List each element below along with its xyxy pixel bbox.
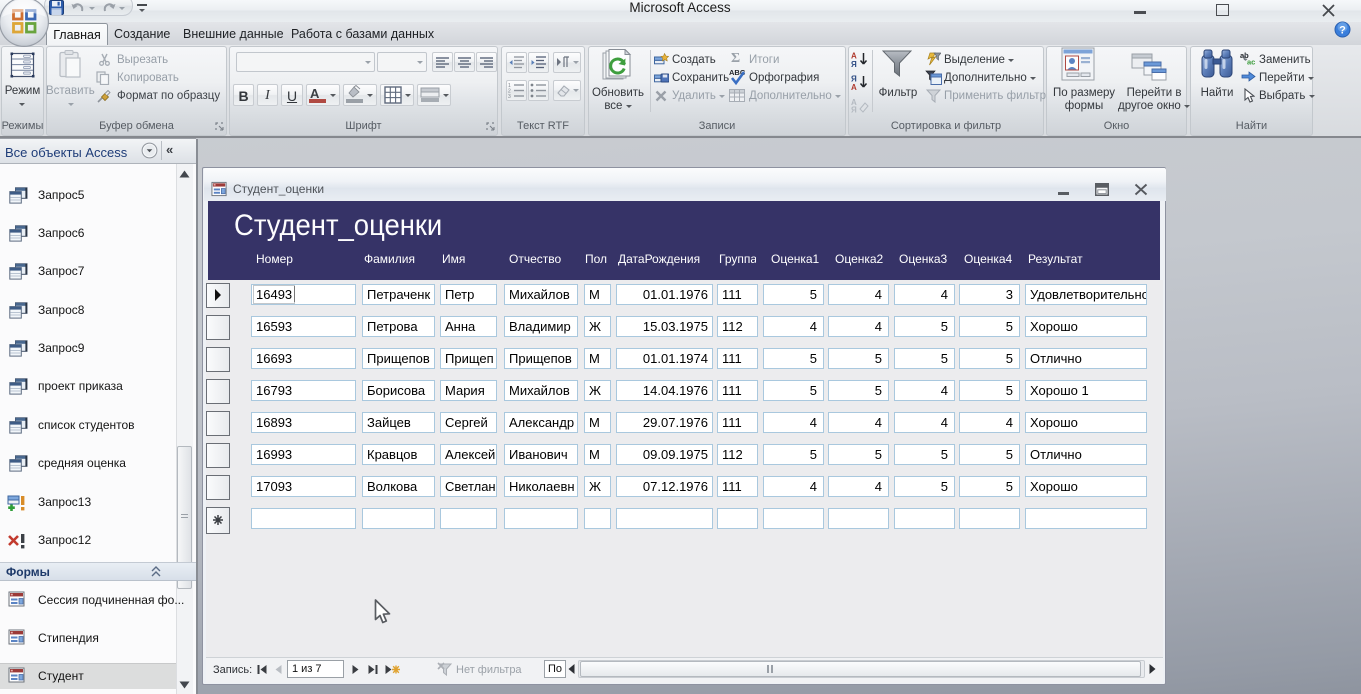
svg-text:Я: Я [851,106,857,114]
svg-text:ac: ac [1247,58,1255,66]
svg-text:?: ? [1339,25,1346,37]
svg-text:А: А [851,83,857,91]
svg-text:3: 3 [508,94,511,98]
svg-text:Я: Я [851,60,857,68]
